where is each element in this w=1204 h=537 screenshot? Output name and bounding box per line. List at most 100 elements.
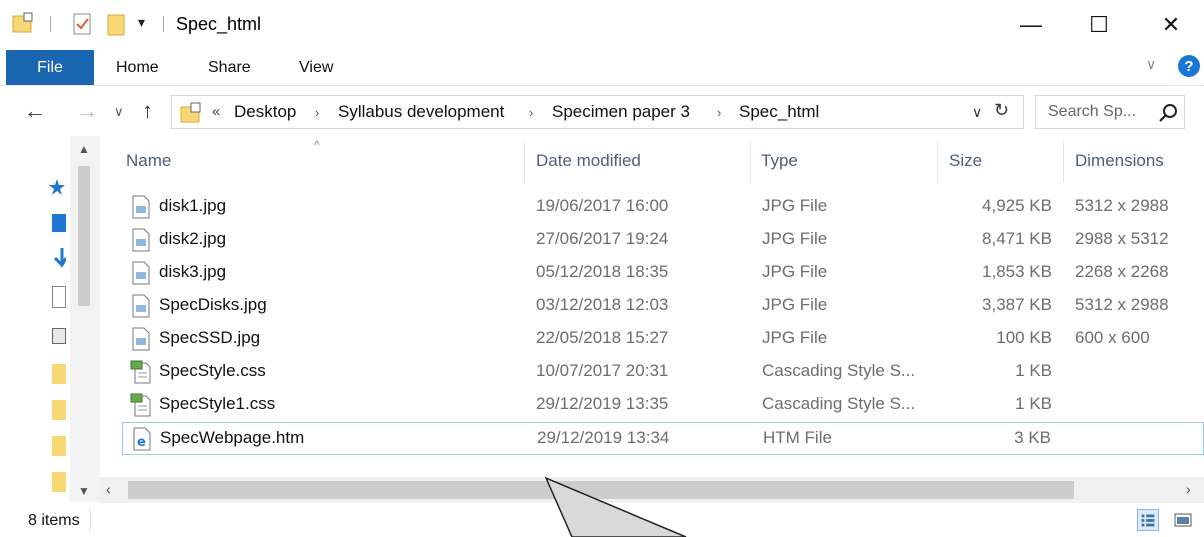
image-file-icon	[132, 261, 150, 285]
column-header-date-modified[interactable]: Date modified	[536, 136, 641, 186]
toolbar-separator	[163, 16, 164, 32]
file-row[interactable]: SpecStyle.css 10/07/2017 20:31 Cascading…	[122, 356, 1204, 389]
file-date: 19/06/2017 16:00	[536, 196, 669, 215]
file-name: disk1.jpg	[159, 196, 227, 215]
breadcrumb-chevron-icon[interactable]: ›	[717, 105, 721, 120]
svg-text:e: e	[137, 435, 146, 450]
toolbar-separator	[50, 16, 51, 32]
refresh-icon[interactable]: ↻	[994, 100, 1009, 121]
breadcrumb-overflow[interactable]: «	[212, 103, 220, 120]
file-size: 1 KB	[1015, 361, 1052, 380]
file-type: JPG File	[762, 196, 828, 215]
horizontal-scrollbar[interactable]: ‹ ›	[100, 477, 1204, 503]
column-header-name[interactable]: Name	[126, 136, 171, 186]
search-box[interactable]	[1035, 95, 1185, 129]
pictures-icon[interactable]	[52, 328, 66, 344]
file-row[interactable]: SpecSSD.jpg 22/05/2018 15:27 JPG File 10…	[122, 323, 1204, 356]
file-type: Cascading Style S...	[762, 394, 916, 413]
tab-share[interactable]: Share	[208, 50, 251, 85]
file-date: 03/12/2018 12:03	[536, 295, 669, 314]
forward-arrow-icon[interactable]: →	[76, 98, 98, 124]
file-size: 3,387 KB	[982, 295, 1052, 314]
file-name: disk2.jpg	[159, 229, 227, 248]
navigation-pane: ▲ ▼	[0, 136, 100, 502]
breadcrumb-desktop[interactable]: Desktop	[234, 102, 296, 122]
file-date: 22/05/2018 15:27	[536, 328, 669, 347]
file-name: SpecStyle.css	[159, 361, 266, 380]
breadcrumb-chevron-icon[interactable]: ›	[315, 105, 319, 120]
downloads-arrow-icon[interactable]	[52, 246, 66, 268]
status-bar: 8 items	[0, 503, 1204, 537]
address-bar[interactable]: « Desktop › Syllabus development › Speci…	[171, 95, 1024, 129]
file-date: 29/12/2019 13:34	[537, 428, 670, 447]
file-dimensions: 600 x 600	[1075, 328, 1150, 347]
tab-view[interactable]: View	[299, 50, 333, 85]
breadcrumb-chevron-icon[interactable]: ›	[529, 105, 533, 120]
properties-icon[interactable]	[72, 12, 92, 36]
file-name: SpecDisks.jpg	[159, 295, 267, 314]
file-type: JPG File	[762, 262, 828, 281]
search-icon[interactable]	[1158, 103, 1178, 123]
folder-icon[interactable]	[52, 364, 66, 384]
scroll-down-icon[interactable]: ▼	[78, 484, 90, 498]
new-folder-icon[interactable]	[107, 12, 127, 36]
file-row[interactable]: disk1.jpg 19/06/2017 16:00 JPG File 4,92…	[122, 191, 1204, 224]
file-row[interactable]: SpecDisks.jpg 03/12/2018 12:03 JPG File …	[122, 290, 1204, 323]
column-header-dimensions[interactable]: Dimensions	[1075, 136, 1164, 186]
maximize-button[interactable]: ☐	[1076, 0, 1122, 50]
breadcrumb-syllabus-development[interactable]: Syllabus development	[338, 102, 504, 122]
documents-icon[interactable]	[52, 286, 66, 308]
file-date: 10/07/2017 20:31	[536, 361, 669, 380]
quick-access-star-icon[interactable]	[48, 176, 66, 198]
column-separator[interactable]	[1063, 142, 1064, 182]
help-icon[interactable]: ?	[1178, 55, 1200, 77]
file-dimensions: 2988 x 5312	[1075, 229, 1169, 248]
scroll-left-icon[interactable]: ‹	[106, 481, 111, 497]
column-header-type[interactable]: Type	[761, 136, 798, 186]
scroll-right-icon[interactable]: ›	[1186, 481, 1191, 497]
folder-icon[interactable]	[52, 472, 66, 492]
details-view-icon[interactable]	[1137, 509, 1159, 531]
file-row[interactable]: SpecStyle1.css 29/12/2019 13:35 Cascadin…	[122, 389, 1204, 422]
breadcrumb-spec-html[interactable]: Spec_html	[739, 102, 819, 122]
file-row-selected[interactable]: e SpecWebpage.htm 29/12/2019 13:34 HTM F…	[122, 422, 1204, 455]
scroll-up-icon[interactable]: ▲	[78, 142, 90, 156]
column-separator[interactable]	[750, 142, 751, 182]
css-file-icon	[130, 393, 151, 417]
up-arrow-icon[interactable]: ↑	[142, 98, 153, 124]
tab-home[interactable]: Home	[116, 50, 159, 85]
column-separator[interactable]	[937, 142, 938, 182]
folder-icon[interactable]	[12, 12, 34, 34]
scrollbar-thumb[interactable]	[78, 166, 90, 306]
quick-access-dropdown-icon[interactable]: ▾	[138, 14, 145, 31]
file-size: 1,853 KB	[982, 262, 1052, 281]
folder-icon[interactable]	[52, 436, 66, 456]
navigation-pane-scrollbar[interactable]: ▲ ▼	[70, 136, 100, 502]
breadcrumb-specimen-paper-3[interactable]: Specimen paper 3	[552, 102, 690, 122]
file-dimensions: 2268 x 2268	[1075, 262, 1169, 281]
desktop-icon[interactable]	[52, 214, 66, 232]
title-bar: ▾ Spec_html — ☐ ✕	[0, 0, 1204, 50]
file-size: 3 KB	[1014, 428, 1051, 447]
status-separator	[90, 509, 91, 531]
back-arrow-icon[interactable]: ←	[24, 98, 46, 124]
expand-ribbon-chevron-icon[interactable]: ∨	[1146, 56, 1156, 73]
item-count: 8 items	[28, 512, 80, 529]
file-size: 100 KB	[996, 328, 1052, 347]
column-separator[interactable]	[524, 142, 525, 182]
folder-icon[interactable]	[52, 400, 66, 420]
file-row[interactable]: disk3.jpg 05/12/2018 18:35 JPG File 1,85…	[122, 257, 1204, 290]
address-dropdown-icon[interactable]: ∨	[972, 104, 982, 121]
large-icons-view-icon[interactable]	[1172, 509, 1194, 531]
search-input[interactable]	[1048, 101, 1148, 123]
recent-locations-chevron-icon[interactable]: ∨	[114, 104, 124, 120]
tab-file[interactable]: File	[6, 50, 94, 85]
file-type: JPG File	[762, 229, 828, 248]
scrollbar-thumb[interactable]	[128, 481, 1074, 499]
file-row[interactable]: disk2.jpg 27/06/2017 19:24 JPG File 8,47…	[122, 224, 1204, 257]
file-list: ^ Name Date modified Type Size Dimension…	[100, 136, 1204, 502]
close-button[interactable]: ✕	[1148, 0, 1194, 50]
column-header-size[interactable]: Size	[949, 136, 982, 186]
ribbon: File Home Share View ∨ ?	[0, 50, 1204, 86]
minimize-button[interactable]: —	[1008, 0, 1054, 50]
